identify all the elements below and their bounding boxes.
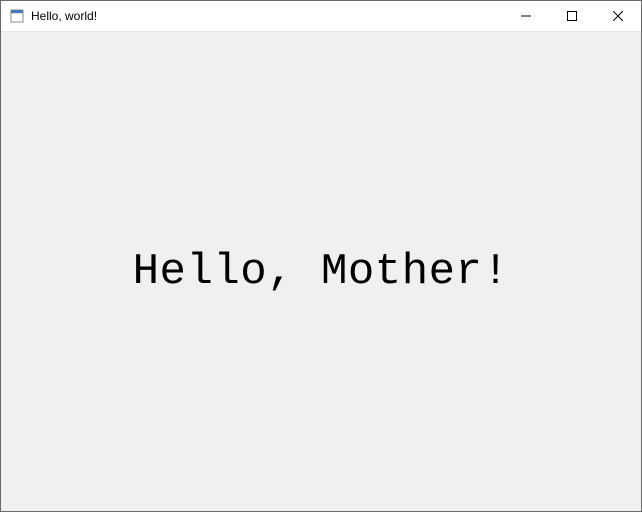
titlebar[interactable]: Hello, world! xyxy=(1,1,641,32)
content-area: Hello, Mother! xyxy=(1,32,641,511)
app-icon xyxy=(9,8,25,24)
maximize-icon xyxy=(567,11,577,21)
close-button[interactable] xyxy=(595,1,641,31)
minimize-button[interactable] xyxy=(503,1,549,31)
minimize-icon xyxy=(521,11,531,21)
window-controls xyxy=(503,1,641,31)
close-icon xyxy=(613,11,623,21)
main-text: Hello, Mother! xyxy=(133,247,510,297)
application-window: Hello, world! Hello, Mother! xyxy=(0,0,642,512)
maximize-button[interactable] xyxy=(549,1,595,31)
window-title: Hello, world! xyxy=(31,9,97,23)
